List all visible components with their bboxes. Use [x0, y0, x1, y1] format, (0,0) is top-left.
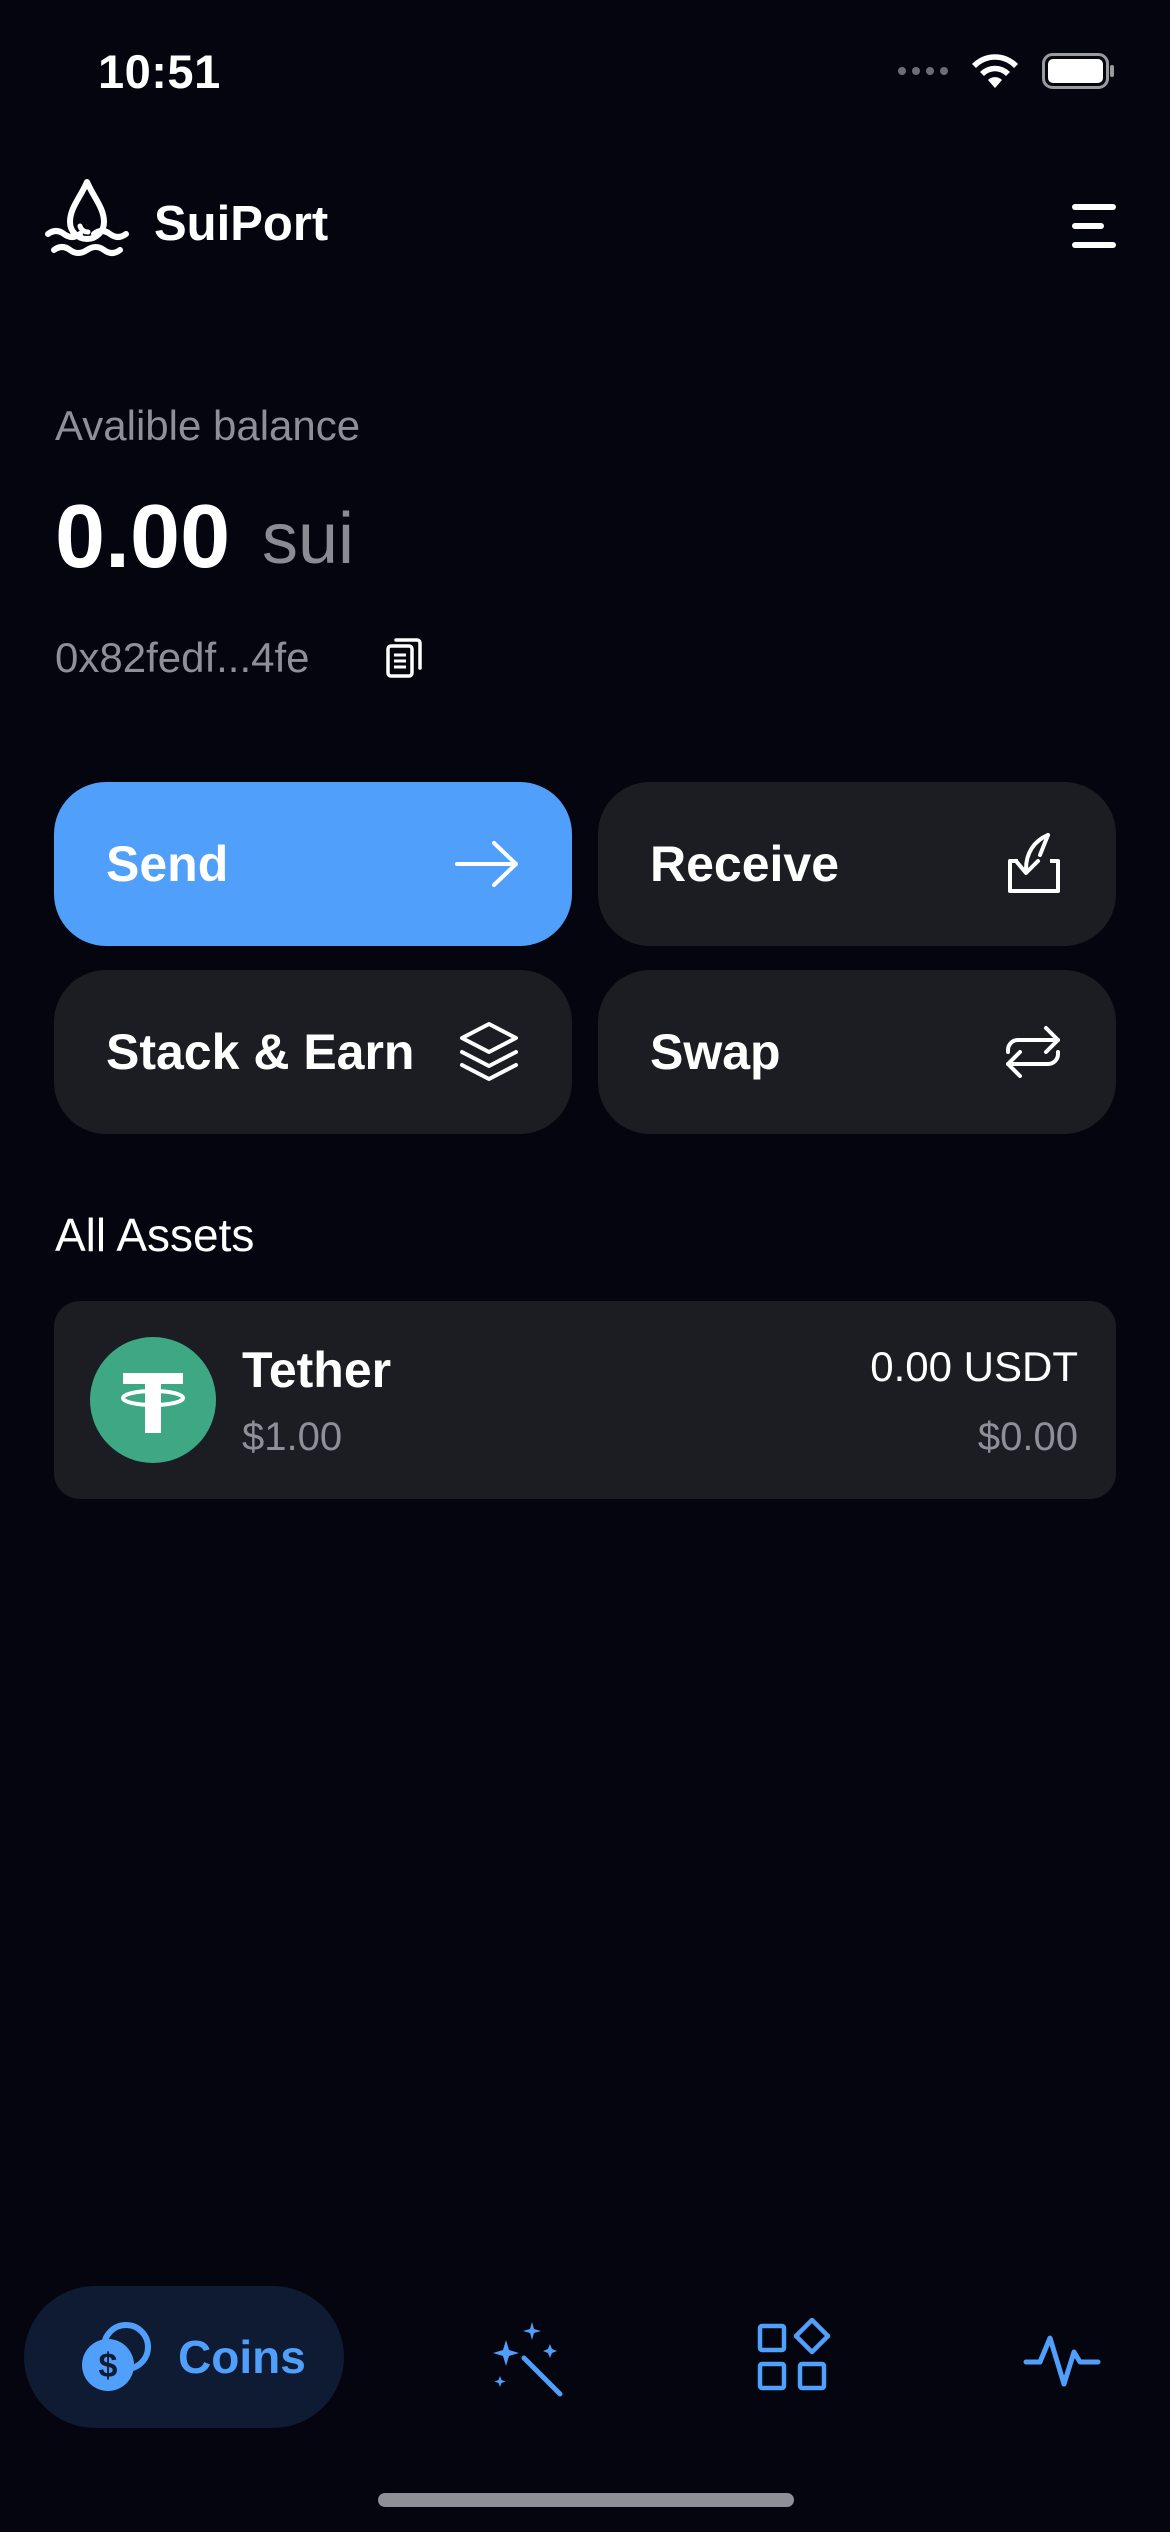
- nav-tab-coins[interactable]: $ Coins: [24, 2286, 344, 2428]
- copy-icon[interactable]: [384, 636, 424, 680]
- send-label: Send: [106, 836, 229, 892]
- assets-section-title: All Assets: [55, 1209, 255, 1261]
- swap-label: Swap: [650, 1024, 781, 1080]
- receive-download-icon: [1008, 833, 1060, 893]
- stack-earn-label: Stack & Earn: [106, 1024, 415, 1080]
- swap-arrows-icon: [1006, 1026, 1060, 1078]
- asset-value: $0.00: [977, 1415, 1078, 1459]
- swap-button[interactable]: Swap: [598, 970, 1116, 1134]
- tether-icon: [90, 1337, 216, 1463]
- svg-text:$: $: [99, 2347, 118, 2385]
- layers-icon: [460, 1022, 518, 1081]
- asset-name: Tether: [242, 1342, 392, 1398]
- receive-button[interactable]: Receive: [598, 782, 1116, 946]
- stack-earn-button[interactable]: Stack & Earn: [54, 970, 572, 1134]
- wifi-icon: [972, 54, 1018, 88]
- nav-coins-label: Coins: [178, 2331, 306, 2383]
- asset-row-tether[interactable]: Tether $1.00 0.00 USDT $0.00: [54, 1301, 1116, 1499]
- hamburger-menu-icon[interactable]: [1068, 200, 1120, 252]
- send-button[interactable]: Send: [54, 782, 572, 946]
- balance-unit: sui: [262, 499, 355, 579]
- receive-label: Receive: [650, 836, 840, 892]
- balance-amount: 0.00: [55, 487, 231, 587]
- asset-price: $1.00: [242, 1415, 343, 1459]
- battery-icon: [1042, 53, 1114, 89]
- app-name: SuiPort: [154, 197, 329, 251]
- coins-dollar-icon: $: [82, 2322, 151, 2391]
- arrow-right-icon: [455, 841, 518, 887]
- apps-grid-icon[interactable]: [754, 2318, 834, 2398]
- cellular-signal-icon: [898, 67, 948, 75]
- magic-wand-sparkles-icon[interactable]: [490, 2318, 570, 2398]
- home-indicator: [378, 2493, 794, 2507]
- activity-pulse-icon[interactable]: [1022, 2318, 1102, 2398]
- asset-amount: 0.00 USDT: [870, 1343, 1078, 1390]
- water-drop-waves-icon: [45, 179, 129, 256]
- balance-label: Avalible balance: [55, 402, 361, 449]
- status-time: 10:51: [98, 45, 221, 98]
- wallet-address: 0x82fedf...4fe: [55, 634, 310, 681]
- status-icons: [898, 52, 1116, 90]
